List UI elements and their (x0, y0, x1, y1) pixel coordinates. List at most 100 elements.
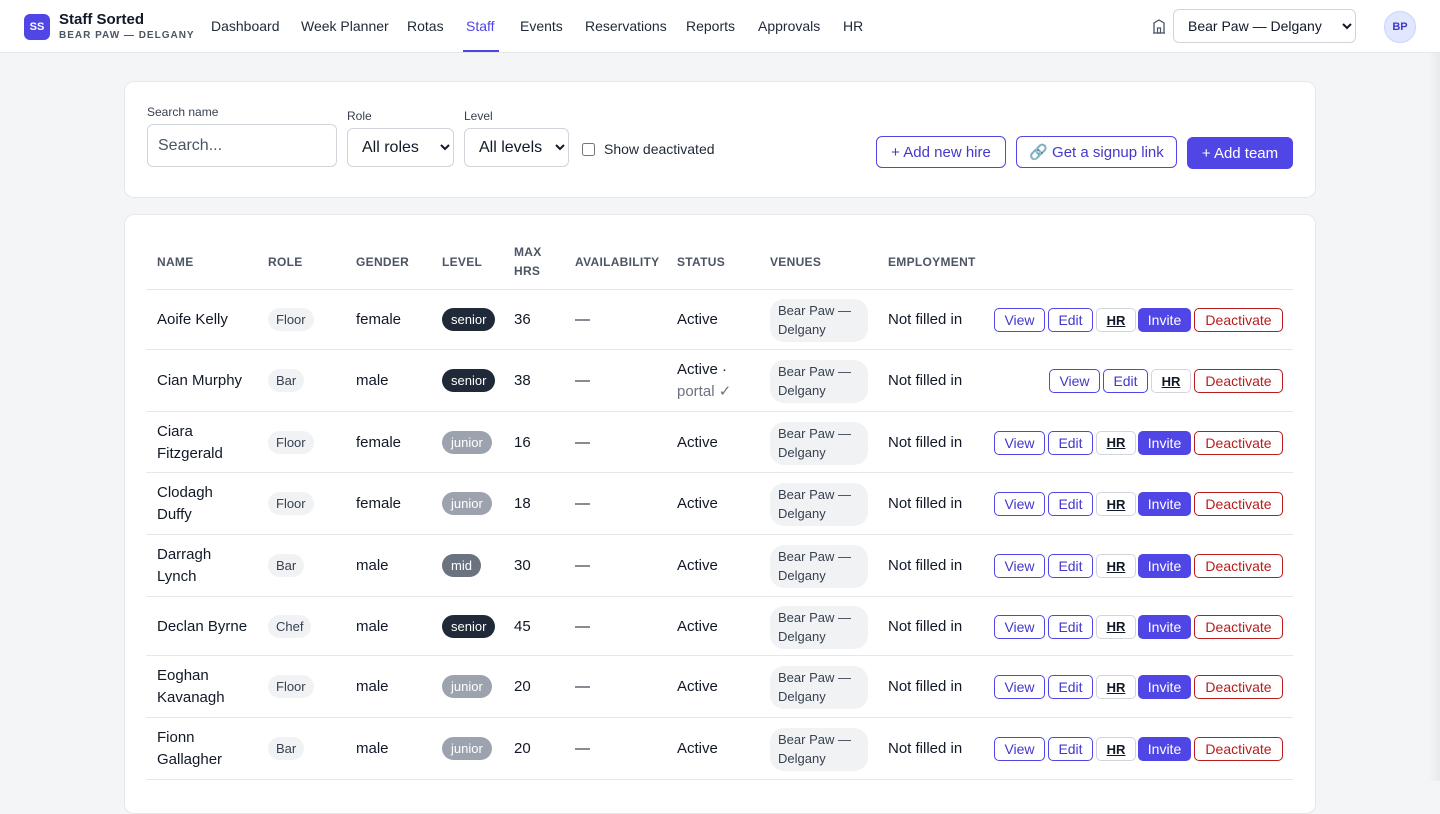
add-new-hire-button[interactable]: + Add new hire (876, 136, 1006, 168)
employment-value: Not filled in (888, 495, 963, 512)
nav-staff[interactable]: Staff (466, 18, 495, 34)
col-header-name[interactable]: NAME (157, 253, 194, 272)
nav-week-planner[interactable]: Week Planner (301, 18, 389, 34)
level-badge: senior (442, 308, 496, 331)
user-avatar[interactable]: BP (1384, 11, 1416, 43)
show-deactivated-label[interactable]: Show deactivated (604, 141, 715, 157)
edit-button[interactable]: Edit (1048, 492, 1093, 516)
availability-value: — (575, 433, 590, 451)
edit-button[interactable]: Edit (1048, 675, 1093, 699)
venue-badge: Bear Paw — Delgany (770, 421, 868, 465)
hr-button[interactable]: HR (1096, 614, 1136, 639)
col-header-level[interactable]: LEVEL (442, 253, 482, 272)
deactivate-button[interactable]: Deactivate (1194, 614, 1283, 639)
availability-value: — (575, 557, 590, 574)
deactivate-button[interactable]: Deactivate (1194, 675, 1283, 699)
deactivate-button[interactable]: Deactivate (1194, 492, 1283, 516)
status-value: Active (677, 433, 718, 451)
hr-button[interactable]: HR (1096, 737, 1136, 761)
availability-value: — (575, 740, 590, 757)
search-input[interactable] (147, 124, 337, 167)
status-value: Active (677, 495, 718, 512)
invite-button[interactable]: Invite (1138, 492, 1191, 516)
staff-name-line2: Fitzgerald (157, 444, 223, 462)
view-button[interactable]: View (994, 492, 1045, 516)
invite-button[interactable]: Invite (1138, 308, 1191, 332)
edit-button[interactable]: Edit (1048, 554, 1093, 578)
level-select[interactable]: All levels (464, 128, 569, 167)
venue-badge: Bear Paw — Delgany (770, 545, 868, 588)
deactivate-button[interactable]: Deactivate (1194, 369, 1283, 393)
col-header-gender[interactable]: GENDER (356, 253, 409, 272)
hr-button[interactable]: HR (1096, 308, 1136, 332)
deactivate-button[interactable]: Deactivate (1194, 554, 1283, 578)
role-select[interactable]: All roles (347, 128, 454, 167)
col-header-max-hrs-line2[interactable]: HRS (514, 262, 540, 281)
edit-button[interactable]: Edit (1103, 369, 1148, 393)
venue-select[interactable]: Bear Paw — Delgany (1173, 9, 1356, 43)
employment-value: Not filled in (888, 372, 963, 389)
col-header-status[interactable]: STATUS (677, 253, 725, 272)
status-value: Active (677, 678, 718, 695)
col-header-role[interactable]: ROLE (268, 253, 303, 272)
max-hours-value: 38 (514, 372, 531, 389)
venue-badge: Bear Paw — Delgany (770, 728, 868, 771)
nav-reports[interactable]: Reports (686, 18, 735, 34)
nav-reservations[interactable]: Reservations (585, 18, 667, 34)
view-button[interactable]: View (994, 554, 1045, 578)
app-logo[interactable]: SS (24, 14, 50, 40)
hr-button[interactable]: HR (1096, 492, 1136, 516)
deactivate-button[interactable]: Deactivate (1194, 308, 1283, 332)
venue-badge-line1: Bear Paw — (778, 549, 851, 564)
staff-name: Fionn Gallagher (157, 727, 222, 771)
status-value: Active · portal ✓ (677, 359, 731, 403)
staff-name-line1: Eoghan (157, 667, 209, 684)
deactivate-button[interactable]: Deactivate (1194, 430, 1283, 455)
scrollbar-track[interactable] (1428, 53, 1440, 781)
add-team-button[interactable]: + Add team (1187, 137, 1293, 169)
hr-button[interactable]: HR (1096, 430, 1136, 455)
active-nav-indicator (463, 50, 499, 52)
invite-button[interactable]: Invite (1138, 430, 1191, 455)
show-deactivated-checkbox[interactable] (582, 143, 595, 156)
app-name[interactable]: Staff Sorted (59, 11, 144, 28)
nav-events[interactable]: Events (520, 18, 563, 34)
nav-dashboard[interactable]: Dashboard (211, 18, 280, 34)
venue-badge: Bear Paw — Delgany (770, 360, 868, 403)
hr-button[interactable]: HR (1151, 369, 1191, 393)
col-header-employment[interactable]: EMPLOYMENT (888, 253, 976, 272)
edit-button[interactable]: Edit (1048, 614, 1093, 639)
deactivate-button[interactable]: Deactivate (1194, 737, 1283, 761)
view-button[interactable]: View (994, 675, 1045, 699)
staff-name: Cian Murphy (157, 372, 243, 389)
max-hours-value: 45 (514, 617, 531, 635)
view-button[interactable]: View (1049, 369, 1100, 393)
view-button[interactable]: View (994, 614, 1045, 639)
staff-name: Ciara Fitzgerald (157, 421, 223, 465)
nav-rotas[interactable]: Rotas (407, 18, 444, 34)
view-button[interactable]: View (994, 308, 1045, 332)
table-row: Ciara Fitzgerald Floor female junior 16 — Activ… (146, 412, 1293, 473)
nav-approvals[interactable]: Approvals (758, 18, 820, 34)
col-header-max-hrs-line1[interactable]: MAX (514, 243, 542, 262)
hr-button[interactable]: HR (1096, 554, 1136, 578)
invite-button[interactable]: Invite (1138, 675, 1191, 699)
view-button[interactable]: View (994, 430, 1045, 455)
edit-button[interactable]: Edit (1048, 737, 1093, 761)
gender-value: male (356, 740, 389, 757)
invite-button[interactable]: Invite (1138, 737, 1191, 761)
get-signup-link-button[interactable]: 🔗 Get a signup link (1016, 136, 1177, 168)
edit-button[interactable]: Edit (1048, 308, 1093, 332)
view-button[interactable]: View (994, 737, 1045, 761)
col-header-availability[interactable]: AVAILABILITY (575, 253, 659, 272)
role-label: Role (347, 109, 372, 123)
edit-button[interactable]: Edit (1048, 430, 1093, 455)
invite-button[interactable]: Invite (1138, 554, 1191, 578)
hr-button[interactable]: HR (1096, 675, 1136, 699)
venue-badge: Bear Paw — Delgany (770, 483, 868, 526)
nav-hr[interactable]: HR (843, 18, 863, 34)
staff-name-line2: Gallagher (157, 751, 223, 768)
col-header-venues[interactable]: VENUES (770, 253, 821, 272)
invite-button[interactable]: Invite (1138, 614, 1191, 639)
venue-badge-line1: Bear Paw — (778, 303, 851, 318)
